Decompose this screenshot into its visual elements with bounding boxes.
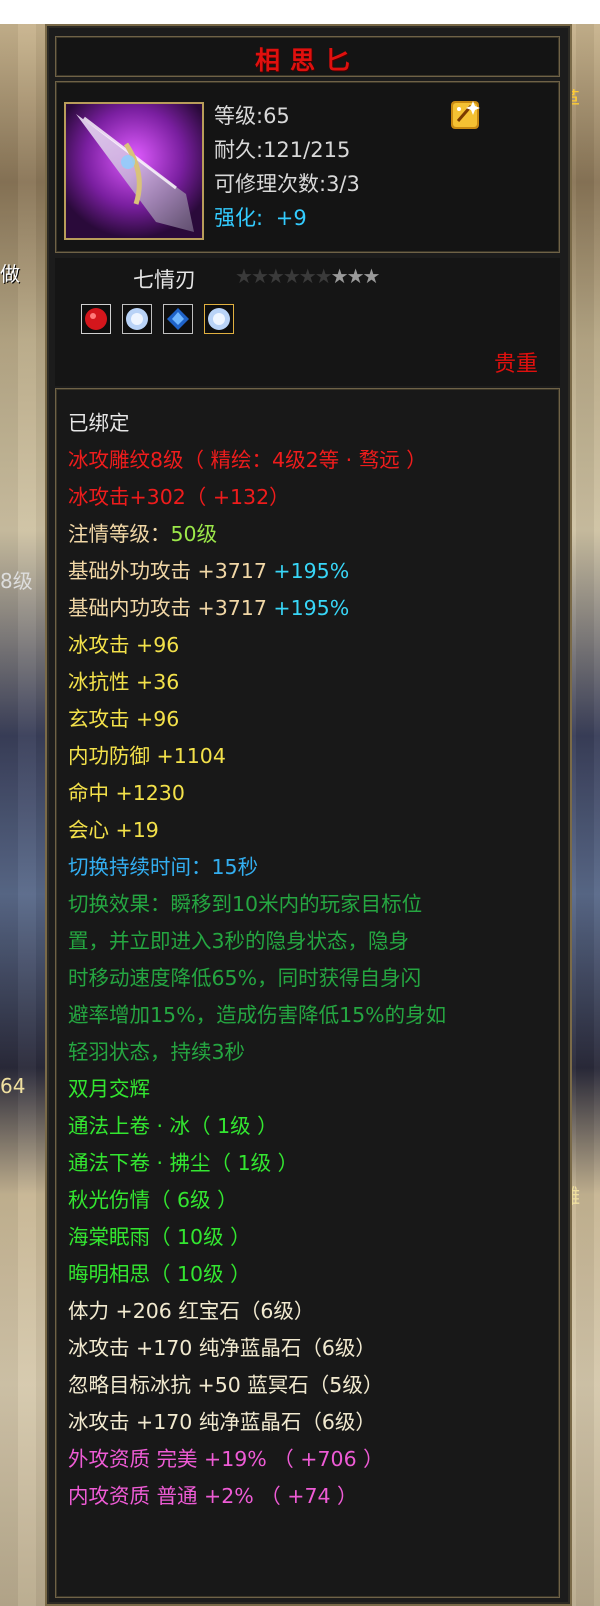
- skill-line: 秋光伤情（ 6级 ）: [68, 1188, 238, 1212]
- item-icon: [64, 102, 204, 240]
- star-icon: ★: [362, 264, 381, 288]
- enhance-label: 强化:: [214, 206, 264, 230]
- sapphire-socket-icon[interactable]: [163, 304, 193, 334]
- star-icon: ★: [298, 264, 317, 288]
- star-icon: ★: [266, 264, 285, 288]
- star-icon: ★: [250, 264, 269, 288]
- effect-description: 切换效果：瞬移到10米内的玩家目标位: [68, 892, 423, 916]
- skill-line: 通法下卷 · 拂尘（ 1级 ）: [68, 1151, 299, 1175]
- gem-bonus-line: 冰攻击 +170 纯净蓝晶石（6级）: [68, 1410, 376, 1434]
- title-bar: 相思匕: [55, 36, 560, 77]
- skill-line: 双月交辉: [68, 1077, 150, 1101]
- star-icon: ★: [346, 264, 365, 288]
- attribute-line: 基础外功攻击 +3717 +195%: [68, 557, 349, 585]
- attribute-line: 注情等级：50级: [68, 520, 217, 548]
- sparkle-badge-icon: [451, 101, 480, 129]
- star-icon: ★: [282, 264, 301, 288]
- crystal-socket-icon[interactable]: [204, 304, 234, 334]
- aptitude-line: 内攻资质 普通 +2% （ +74 ）: [68, 1484, 358, 1508]
- star-rating: ★★★★★★★★★: [235, 264, 381, 288]
- effect-description: 轻羽状态，持续3秒: [68, 1040, 246, 1064]
- attribute-line: 冰抗性 +36: [68, 670, 180, 694]
- item-info-panel: 等级:65 耐久:121/215 可修理次数:3/3 强化: +9: [55, 81, 560, 253]
- star-icon: ★: [235, 264, 253, 288]
- attribute-line: 冰攻击 +96: [68, 633, 180, 657]
- attribute-line: 玄攻击 +96: [68, 707, 180, 731]
- attribute-value: 50级: [170, 522, 218, 546]
- item-durability: 耐久:121/215: [214, 138, 351, 162]
- gem-bonus-line: 冰攻击 +170 纯净蓝晶石（6级）: [68, 1336, 376, 1360]
- item-repair-count: 可修理次数:3/3: [214, 172, 360, 196]
- attribute-list: 已绑定 冰攻雕纹8级（ 精绘：4级2等 · 骛远 ） 冰攻击+302（ +132…: [55, 388, 560, 1598]
- engraving-name: 七情刃: [133, 268, 196, 292]
- crystal-socket-icon[interactable]: [122, 304, 152, 334]
- attribute-label: 基础内功攻击 +3717: [68, 596, 274, 620]
- item-enhance: 强化: +9: [214, 202, 307, 232]
- attribute-label: 基础外功攻击 +3717: [68, 559, 274, 583]
- aptitude-line: 外攻资质 完美 +19% （ +706 ）: [68, 1447, 384, 1471]
- attribute-line: 会心 +19: [68, 818, 159, 842]
- attribute-line: 命中 +1230: [68, 781, 185, 805]
- effect-description: 置，并立即进入3秒的隐身状态，隐身: [68, 929, 410, 953]
- bound-status: 已绑定: [68, 411, 130, 435]
- skill-line: 通法上卷 · 冰（ 1级 ）: [68, 1114, 278, 1138]
- attribute-line: 冰攻雕纹8级（ 精绘：4级2等 · 骛远 ）: [68, 448, 427, 472]
- skill-line: 晦明相思（ 10级 ）: [68, 1262, 251, 1286]
- effect-description: 时移动速度降低65%，同时获得自身闪: [68, 966, 422, 990]
- star-icon: ★: [314, 264, 333, 288]
- enhance-value: +9: [275, 206, 307, 230]
- gem-bonus-line: 体力 +206 红宝石（6级）: [68, 1299, 315, 1323]
- ruby-socket-icon[interactable]: [81, 304, 111, 334]
- skill-line: 海棠眠雨（ 10级 ）: [68, 1225, 251, 1249]
- rarity-label: 贵重: [493, 352, 538, 377]
- attribute-value: +195%: [273, 559, 350, 583]
- gem-panel: 七情刃 ★★★★★★★★★ 贵重: [55, 258, 560, 386]
- item-name: 相思匕: [254, 46, 360, 75]
- attribute-label: 注情等级：: [68, 522, 171, 546]
- gem-bonus-line: 忽略目标冰抗 +50 蓝冥石（5级）: [68, 1373, 384, 1397]
- attribute-line: 切换持续时间：15秒: [68, 855, 259, 879]
- attribute-line: 冰攻击+302（ +132）: [68, 485, 290, 509]
- star-icon: ★: [330, 264, 349, 288]
- effect-description: 避率增加15%，造成伤害降低15%的身如: [68, 1003, 447, 1027]
- item-level: 等级:65: [214, 104, 290, 128]
- item-tooltip: 相思匕 等级:65 耐久:121/215 可修理次数:3/3 强化: +9 七情…: [45, 24, 572, 1606]
- attribute-line: 内功防御 +1104: [68, 744, 226, 768]
- attribute-value: +195%: [273, 596, 350, 620]
- attribute-line: 基础内功攻击 +3717 +195%: [68, 594, 349, 622]
